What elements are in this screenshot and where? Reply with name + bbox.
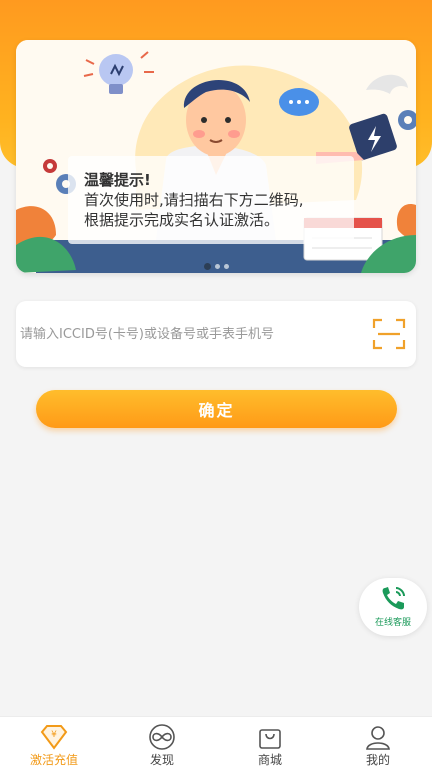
phone-call-icon (382, 587, 405, 610)
bottom-tab-bar: ¥ 激活充值 发现 商城 我的 (0, 716, 432, 768)
tab-label: 发现 (149, 753, 174, 767)
carousel-dot-3[interactable] (223, 263, 229, 269)
carousel-indicator (16, 262, 416, 270)
iccid-input-card (16, 301, 416, 367)
tab-discover[interactable]: 发现 (108, 717, 216, 768)
user-icon (366, 726, 390, 750)
confirm-button[interactable]: 确定 (36, 390, 397, 428)
online-service-label: 在线客服 (374, 618, 411, 628)
shopping-bag-icon (259, 729, 281, 749)
carousel-dot-2[interactable] (214, 263, 220, 269)
infinity-icon (149, 724, 175, 750)
tab-mine[interactable]: 我的 (324, 717, 432, 768)
tab-label: 商城 (257, 753, 282, 767)
tab-mall[interactable]: 商城 (216, 717, 324, 768)
scan-icon[interactable] (372, 318, 406, 350)
carousel-dot-1[interactable] (203, 262, 211, 270)
tip-line-1: 首次使用时,请扫描右下方二维码, (84, 191, 304, 209)
app: 温馨提示! 首次使用时,请扫描右下方二维码, 根据提示完成实名认证激活。 确定 (0, 0, 432, 768)
svg-text:¥: ¥ (51, 730, 57, 740)
tip-line-2: 根据提示完成实名认证激活。 (84, 211, 280, 229)
tab-label: 激活充值 (29, 753, 78, 767)
iccid-input[interactable] (20, 315, 360, 353)
tab-label: 我的 (365, 753, 390, 767)
tip-title: 温馨提示! (84, 171, 151, 189)
promo-banner[interactable]: 温馨提示! 首次使用时,请扫描右下方二维码, 根据提示完成实名认证激活。 (16, 40, 416, 273)
online-service-button[interactable]: 在线客服 (359, 578, 427, 636)
yuan-diamond-icon: ¥ (40, 725, 68, 750)
tip-box: 温馨提示! 首次使用时,请扫描右下方二维码, 根据提示完成实名认证激活。 (68, 156, 354, 244)
tab-activate-recharge[interactable]: ¥ 激活充值 (0, 717, 108, 768)
chat-bubble-icon (279, 88, 319, 116)
